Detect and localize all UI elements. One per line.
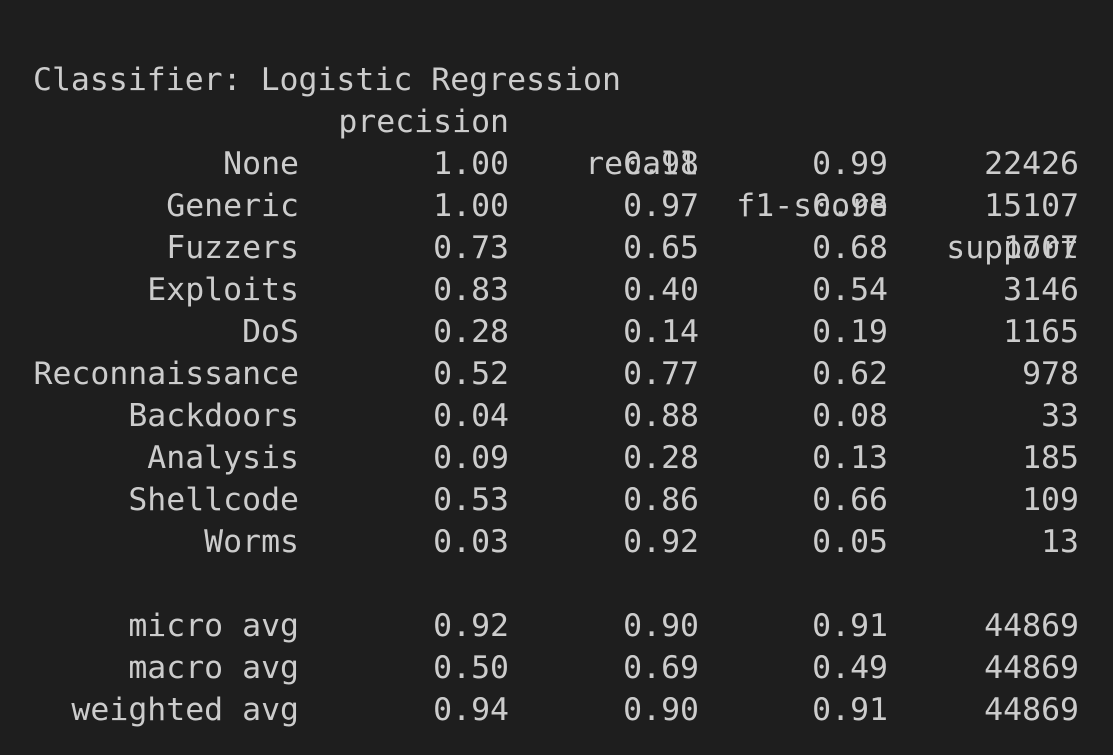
class-rows: None 1.00 0.98 0.99 22426 Generic 1.00 0.97 0.98… bbox=[0, 143, 1113, 563]
f1-score-value: 0.68 bbox=[812, 230, 888, 266]
class-row: Analysis 0.09 0.28 0.13 185 bbox=[0, 437, 1113, 479]
support-value: 13 bbox=[1041, 524, 1079, 560]
average-row: micro avg 0.92 0.90 0.91 44869 bbox=[0, 605, 1113, 647]
precision-value: 1.00 bbox=[433, 188, 509, 224]
f1-score-value: 0.13 bbox=[812, 440, 888, 476]
recall-value: 0.98 bbox=[623, 146, 699, 182]
class-row: DoS 0.28 0.14 0.19 1165 bbox=[0, 311, 1113, 353]
support-value: 44869 bbox=[984, 692, 1079, 728]
average-row: weighted avg 0.94 0.90 0.91 44869 bbox=[0, 689, 1113, 731]
f1-score-value: 0.91 bbox=[812, 692, 888, 728]
precision-value: 0.94 bbox=[433, 692, 509, 728]
precision-value: 0.73 bbox=[433, 230, 509, 266]
report-title-line: Classifier: Logistic Regression bbox=[0, 17, 1113, 98]
recall-value: 0.28 bbox=[623, 440, 699, 476]
recall-value: 0.90 bbox=[623, 608, 699, 644]
f1-score-value: 0.05 bbox=[812, 524, 888, 560]
precision-value: 0.83 bbox=[433, 272, 509, 308]
support-value: 44869 bbox=[984, 608, 1079, 644]
class-row: Shellcode 0.53 0.86 0.66 109 bbox=[0, 479, 1113, 521]
recall-value: 0.69 bbox=[623, 650, 699, 686]
row-label: Reconnaissance bbox=[33, 356, 299, 392]
recall-value: 0.77 bbox=[623, 356, 699, 392]
support-value: 15107 bbox=[984, 188, 1079, 224]
recall-value: 0.40 bbox=[623, 272, 699, 308]
f1-score-value: 0.62 bbox=[812, 356, 888, 392]
support-value: 109 bbox=[1022, 482, 1079, 518]
precision-value: 0.53 bbox=[433, 482, 509, 518]
precision-value: 0.92 bbox=[433, 608, 509, 644]
precision-value: 0.09 bbox=[433, 440, 509, 476]
class-row: Fuzzers 0.73 0.65 0.68 1707 bbox=[0, 227, 1113, 269]
f1-score-value: 0.91 bbox=[812, 608, 888, 644]
f1-score-value: 0.54 bbox=[812, 272, 888, 308]
precision-value: 1.00 bbox=[433, 146, 509, 182]
row-label: None bbox=[223, 146, 299, 182]
recall-value: 0.65 bbox=[623, 230, 699, 266]
recall-value: 0.86 bbox=[623, 482, 699, 518]
f1-score-value: 0.19 bbox=[812, 314, 888, 350]
recall-value: 0.14 bbox=[623, 314, 699, 350]
header-precision: precision bbox=[338, 104, 509, 140]
row-label: Analysis bbox=[147, 440, 299, 476]
class-row: Worms 0.03 0.92 0.05 13 bbox=[0, 521, 1113, 563]
row-label: Backdoors bbox=[128, 398, 299, 434]
f1-score-value: 0.08 bbox=[812, 398, 888, 434]
row-label: Fuzzers bbox=[166, 230, 299, 266]
f1-score-value: 0.66 bbox=[812, 482, 888, 518]
class-row: Backdoors 0.04 0.88 0.08 33 bbox=[0, 395, 1113, 437]
recall-value: 0.88 bbox=[623, 398, 699, 434]
f1-score-value: 0.98 bbox=[812, 188, 888, 224]
report-header-row: precision recall f1-score support bbox=[0, 59, 1113, 266]
row-label: DoS bbox=[242, 314, 299, 350]
f1-score-value: 0.49 bbox=[812, 650, 888, 686]
row-label: Exploits bbox=[147, 272, 299, 308]
support-value: 33 bbox=[1041, 398, 1079, 434]
row-label: weighted avg bbox=[71, 692, 299, 728]
recall-value: 0.97 bbox=[623, 188, 699, 224]
precision-value: 0.50 bbox=[433, 650, 509, 686]
row-label: Worms bbox=[204, 524, 299, 560]
support-value: 185 bbox=[1022, 440, 1079, 476]
row-label: Generic bbox=[166, 188, 299, 224]
class-row: Exploits 0.83 0.40 0.54 3146 bbox=[0, 269, 1113, 311]
precision-value: 0.28 bbox=[433, 314, 509, 350]
support-value: 1165 bbox=[1003, 314, 1079, 350]
recall-value: 0.90 bbox=[623, 692, 699, 728]
class-row: Reconnaissance 0.52 0.77 0.62 978 bbox=[0, 353, 1113, 395]
row-label: micro avg bbox=[128, 608, 299, 644]
class-row: None 1.00 0.98 0.99 22426 bbox=[0, 143, 1113, 185]
average-rows: micro avg 0.92 0.90 0.91 44869 macro avg 0.50 0… bbox=[0, 605, 1113, 731]
f1-score-value: 0.99 bbox=[812, 146, 888, 182]
support-value: 44869 bbox=[984, 650, 1079, 686]
precision-value: 0.04 bbox=[433, 398, 509, 434]
precision-value: 0.03 bbox=[433, 524, 509, 560]
row-label: Shellcode bbox=[128, 482, 299, 518]
row-label: macro avg bbox=[128, 650, 299, 686]
support-value: 1707 bbox=[1003, 230, 1079, 266]
class-row: Generic 1.00 0.97 0.98 15107 bbox=[0, 185, 1113, 227]
support-value: 978 bbox=[1022, 356, 1079, 392]
support-value: 22426 bbox=[984, 146, 1079, 182]
recall-value: 0.92 bbox=[623, 524, 699, 560]
support-value: 3146 bbox=[1003, 272, 1079, 308]
terminal-output: Classifier: Logistic Regression precisio… bbox=[0, 0, 1113, 755]
precision-value: 0.52 bbox=[433, 356, 509, 392]
average-row: macro avg 0.50 0.69 0.49 44869 bbox=[0, 647, 1113, 689]
